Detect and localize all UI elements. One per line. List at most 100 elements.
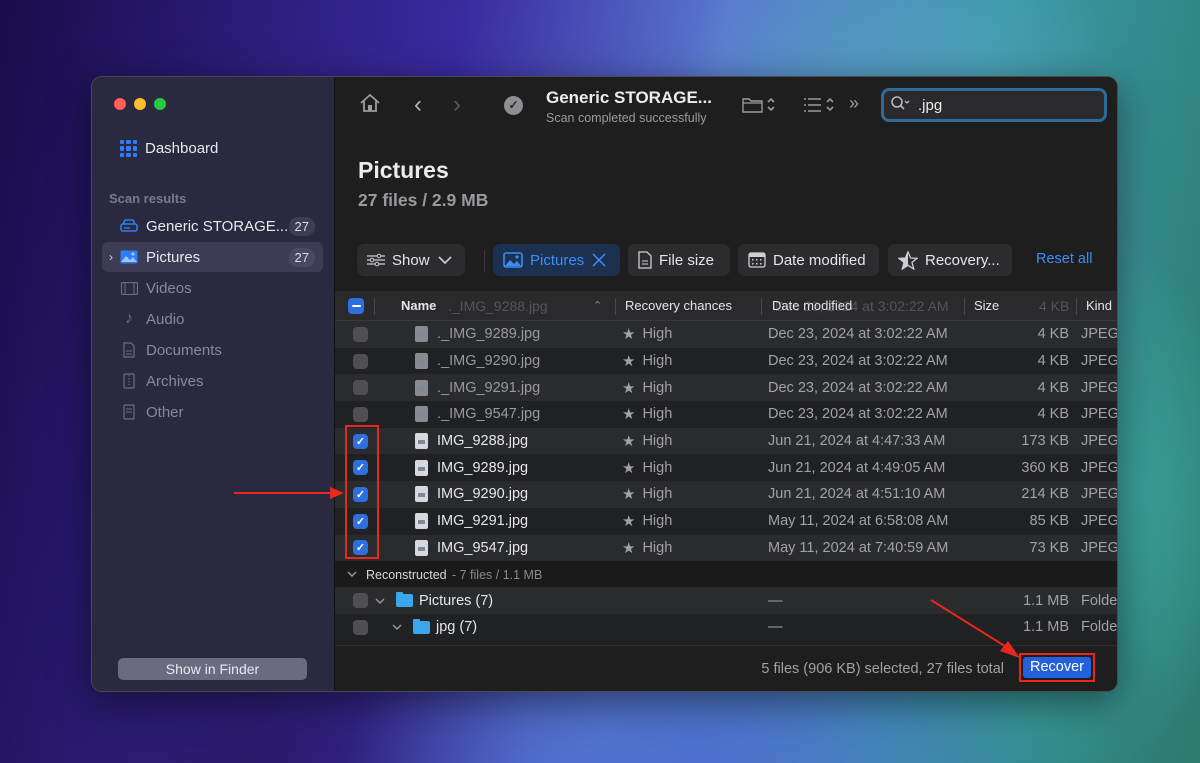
folder-view-button[interactable] bbox=[742, 96, 778, 119]
row-checkbox[interactable] bbox=[353, 587, 368, 614]
search-icon[interactable] bbox=[890, 95, 912, 115]
minimize-button[interactable] bbox=[134, 98, 146, 110]
other-file-icon bbox=[120, 404, 138, 420]
page-heading: Pictures 27 files / 2.9 MB bbox=[358, 157, 488, 211]
filter-file-size[interactable]: File size bbox=[628, 244, 730, 276]
sidebar-item-audio[interactable]: ♪ Audio bbox=[102, 304, 323, 334]
chevron-right-icon[interactable]: › bbox=[102, 250, 120, 264]
chevron-down-icon[interactable] bbox=[375, 587, 385, 614]
sidebar: Dashboard Scan results Generic STORAGE..… bbox=[92, 77, 335, 691]
row-checkbox[interactable] bbox=[353, 401, 368, 428]
recover-label: Recover bbox=[1023, 657, 1091, 678]
filter-date-modified[interactable]: Date modified bbox=[738, 244, 879, 276]
recovery-chance: ★ High bbox=[622, 539, 673, 557]
sidebar-item-videos[interactable]: Videos bbox=[102, 273, 323, 303]
list-view-button[interactable] bbox=[803, 96, 839, 119]
annotation-highlight-checkboxes bbox=[345, 425, 379, 559]
back-button[interactable]: ‹ bbox=[414, 91, 422, 119]
file-kind: JPEG bbox=[1081, 433, 1118, 450]
chevron-down-icon[interactable] bbox=[392, 614, 402, 641]
item-count-badge: 27 bbox=[288, 247, 315, 267]
table-row[interactable]: ._IMG_9289.jpg ★ High Dec 23, 2024 at 3:0… bbox=[335, 321, 1117, 348]
folder-icon bbox=[413, 614, 430, 641]
recover-button[interactable]: Recover bbox=[1019, 653, 1095, 682]
file-kind: JPEG bbox=[1081, 459, 1118, 476]
sidebar-item-pictures[interactable]: › Pictures 27 bbox=[102, 242, 323, 272]
chevron-down-icon bbox=[437, 255, 453, 265]
file-size: 360 KB bbox=[1021, 459, 1069, 476]
select-all-checkbox[interactable] bbox=[348, 298, 364, 314]
sidebar-item-dashboard[interactable]: Dashboard bbox=[120, 140, 218, 157]
sidebar-item-documents[interactable]: Documents bbox=[102, 335, 323, 365]
table-row[interactable]: ._IMG_9291.jpg ★ High Dec 23, 2024 at 3:0… bbox=[335, 374, 1117, 402]
star-icon: ★ bbox=[622, 486, 636, 504]
column-header-kind[interactable]: Kind bbox=[1086, 291, 1112, 321]
search-input[interactable] bbox=[918, 96, 1117, 114]
sidebar-item-other[interactable]: Other bbox=[102, 397, 323, 427]
chevron-down-icon[interactable] bbox=[347, 567, 357, 581]
filter-divider bbox=[484, 250, 485, 272]
filter-recovery-chances[interactable]: Recovery... bbox=[888, 244, 1012, 276]
file-table: ._IMG_9288.jpg Dec 23, 2024 at 3:02:22 A… bbox=[335, 291, 1117, 641]
table-row[interactable]: ._IMG_9547.jpg ★ High Dec 23, 2024 at 3:0… bbox=[335, 401, 1117, 428]
home-icon[interactable] bbox=[359, 93, 381, 118]
column-header-size[interactable]: Size bbox=[974, 291, 999, 321]
recovery-chance: ★ High bbox=[622, 513, 673, 531]
reset-all-link[interactable]: Reset all bbox=[1036, 251, 1092, 267]
table-row[interactable]: ._IMG_9290.jpg ★ High Dec 23, 2024 at 3:0… bbox=[335, 347, 1117, 375]
star-icon: ★ bbox=[622, 433, 636, 451]
section-label-scan-results: Scan results bbox=[109, 191, 187, 206]
file-icon bbox=[415, 348, 428, 375]
zoom-button[interactable] bbox=[154, 98, 166, 110]
row-checkbox[interactable] bbox=[353, 348, 368, 375]
document-icon bbox=[120, 342, 138, 358]
row-checkbox[interactable] bbox=[353, 321, 368, 348]
file-name: ._IMG_9290.jpg bbox=[437, 353, 541, 370]
show-dropdown[interactable]: Show bbox=[357, 244, 465, 276]
show-label: Show bbox=[392, 251, 430, 269]
file-size: 85 KB bbox=[1029, 513, 1070, 530]
file-name: IMG_9289.jpg bbox=[437, 459, 529, 476]
table-row[interactable]: ✓ IMG_9288.jpg ★ High Jun 21, 2024 at 4:4… bbox=[335, 427, 1118, 455]
file-icon bbox=[415, 321, 428, 348]
star-icon: ★ bbox=[622, 353, 636, 371]
group-header-reconstructed[interactable]: Reconstructed - 7 files / 1.1 MB bbox=[335, 561, 1117, 588]
table-row[interactable]: ✓ IMG_9291.jpg ★ High May 11, 2024 at 6:5… bbox=[335, 507, 1117, 535]
sidebar-item-label: Documents bbox=[146, 341, 222, 359]
table-row[interactable]: ✓ IMG_9547.jpg ★ High May 11, 2024 at 7:4… bbox=[335, 534, 1117, 562]
table-row[interactable]: ✓ IMG_9289.jpg ★ High Jun 21, 2024 at 4:4… bbox=[335, 454, 1118, 482]
file-icon bbox=[415, 374, 428, 401]
column-header-name[interactable]: Name bbox=[401, 291, 436, 321]
file-name: IMG_9288.jpg bbox=[437, 433, 529, 450]
forward-button[interactable]: › bbox=[453, 91, 461, 119]
search-field[interactable]: ✕ bbox=[881, 88, 1117, 122]
sliders-icon bbox=[367, 253, 385, 267]
file-icon bbox=[415, 428, 428, 455]
date-modified: Dec 23, 2024 at 3:02:22 AM bbox=[768, 406, 948, 423]
row-checkbox[interactable] bbox=[353, 614, 368, 641]
folder-name: jpg (7) bbox=[436, 619, 478, 636]
column-header-recovery[interactable]: Recovery chances bbox=[625, 291, 732, 321]
scan-status: Scan completed successfully bbox=[546, 111, 707, 125]
close-button[interactable] bbox=[114, 98, 126, 110]
row-checkbox[interactable] bbox=[353, 374, 368, 401]
star-icon: ★ bbox=[622, 539, 636, 557]
sidebar-item-archives[interactable]: Archives bbox=[102, 366, 323, 396]
remove-filter-icon[interactable] bbox=[591, 252, 607, 268]
sidebar-item-label: Dashboard bbox=[145, 140, 219, 157]
table-row[interactable]: ✓ IMG_9290.jpg ★ High Jun 21, 2024 at 4:5… bbox=[335, 481, 1117, 508]
more-chevrons-icon[interactable]: » bbox=[849, 93, 859, 114]
file-name: IMG_9291.jpg bbox=[437, 513, 529, 530]
sort-ascending-icon[interactable]: ⌃ bbox=[593, 291, 602, 321]
date-modified: — bbox=[768, 619, 783, 636]
show-in-finder-button[interactable]: Show in Finder bbox=[118, 658, 307, 680]
scan-title-block: Generic STORAGE... Scan completed succes… bbox=[546, 88, 712, 125]
folder-size: 1.1 MB bbox=[1023, 619, 1069, 636]
file-icon bbox=[415, 508, 428, 535]
date-modified: Dec 23, 2024 at 3:02:22 AM bbox=[768, 379, 948, 396]
column-header-date[interactable]: Date modified bbox=[772, 291, 852, 321]
sidebar-item-generic-storage[interactable]: Generic STORAGE... 27 bbox=[102, 211, 323, 241]
star-icon bbox=[898, 250, 918, 270]
clear-search-icon[interactable]: ✕ bbox=[1117, 98, 1118, 112]
filter-chip-pictures[interactable]: Pictures bbox=[493, 244, 620, 276]
